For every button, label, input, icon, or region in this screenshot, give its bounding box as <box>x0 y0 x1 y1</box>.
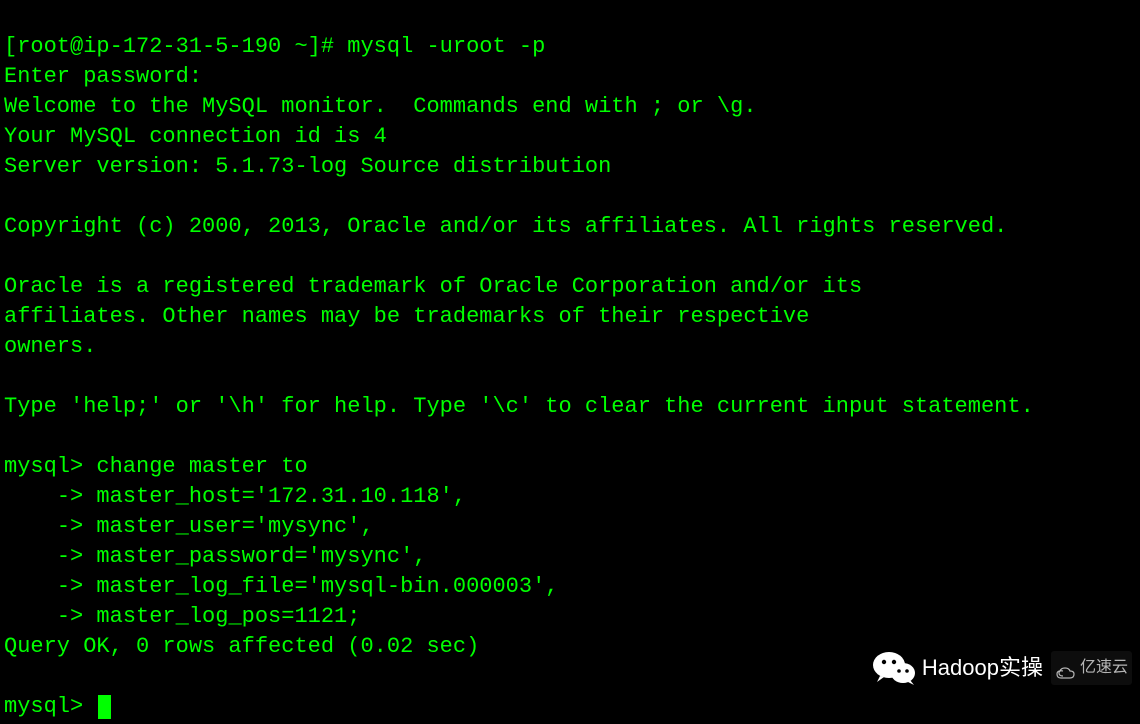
terminal-output[interactable]: [root@ip-172-31-5-190 ~]# mysql -uroot -… <box>0 0 1140 724</box>
wechat-watermark: Hadoop实操 <box>872 650 1043 686</box>
output-line: owners. <box>4 334 96 359</box>
mysql-prompt: mysql> <box>4 694 96 719</box>
wechat-icon <box>872 650 916 686</box>
output-line: Oracle is a registered trademark of Orac… <box>4 274 862 299</box>
output-line: Enter password: <box>4 64 215 89</box>
continuation-line: -> master_user='mysync', <box>4 514 374 539</box>
watermark-area: Hadoop实操 亿速云 <box>872 650 1132 686</box>
mysql-prompt-line: mysql> change master to <box>4 454 308 479</box>
continuation-line: -> master_log_pos=1121; <box>4 604 360 629</box>
output-line: Your MySQL connection id is 4 <box>4 124 387 149</box>
result-line: Query OK, 0 rows affected (0.02 sec) <box>4 634 479 659</box>
shell-prompt: [root@ip-172-31-5-190 ~]# <box>4 34 347 59</box>
cursor-icon <box>98 695 111 719</box>
cloud-icon <box>1055 661 1077 675</box>
yisu-watermark: 亿速云 <box>1051 651 1132 685</box>
continuation-line: -> master_log_file='mysql-bin.000003', <box>4 574 559 599</box>
entered-command: mysql -uroot -p <box>347 34 545 59</box>
output-line: Type 'help;' or '\h' for help. Type '\c'… <box>4 394 1034 419</box>
yisu-label: 亿速云 <box>1080 653 1128 683</box>
continuation-line: -> master_host='172.31.10.118', <box>4 484 466 509</box>
output-line: Welcome to the MySQL monitor. Commands e… <box>4 94 757 119</box>
continuation-line: -> master_password='mysync', <box>4 544 426 569</box>
output-line: affiliates. Other names may be trademark… <box>4 304 809 329</box>
output-line: Copyright (c) 2000, 2013, Oracle and/or … <box>4 214 1007 239</box>
output-line: Server version: 5.1.73-log Source distri… <box>4 154 611 179</box>
wechat-label: Hadoop实操 <box>922 653 1043 683</box>
